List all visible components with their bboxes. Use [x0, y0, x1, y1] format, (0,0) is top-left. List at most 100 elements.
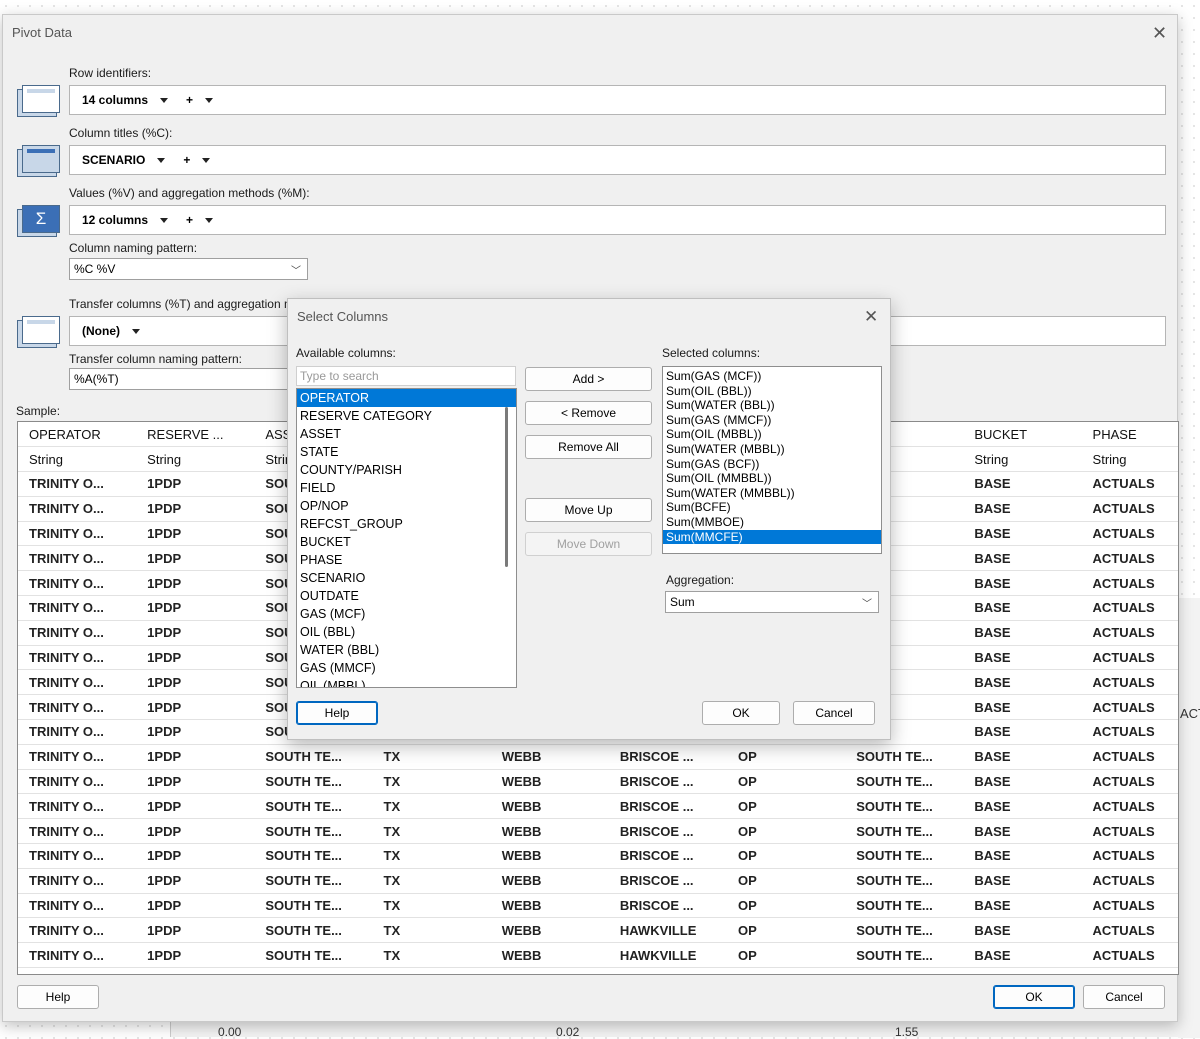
column-header[interactable]: OPERATOR — [18, 422, 137, 448]
list-item[interactable]: Sum(WATER (BBL)) — [663, 398, 881, 413]
table-cell: 1PDP — [136, 942, 255, 969]
chevron-down-icon[interactable] — [157, 157, 166, 163]
row-identifiers-icon — [17, 85, 61, 117]
list-item[interactable]: GAS (MCF) — [297, 605, 516, 623]
remove-button[interactable]: < Remove — [525, 401, 652, 425]
column-header[interactable]: BUCKET — [963, 422, 1082, 448]
values-chip[interactable]: 12 columns + — [82, 213, 214, 227]
table-cell: SOUTH TE... — [254, 893, 373, 919]
list-item[interactable]: Sum(GAS (BCF)) — [663, 457, 881, 472]
list-item[interactable]: OIL (MBBL) — [297, 677, 516, 687]
cancel-button[interactable]: Cancel — [1083, 985, 1165, 1009]
transfer-naming-combo[interactable]: %A(%T) — [69, 368, 308, 390]
list-item[interactable]: WATER (BBL) — [297, 641, 516, 659]
list-item[interactable]: Sum(MMBOE) — [663, 515, 881, 530]
list-item[interactable]: Sum(MMCFE) — [663, 529, 881, 545]
column-titles-chip[interactable]: SCENARIO + — [82, 153, 211, 167]
list-item[interactable]: REFCST_GROUP — [297, 515, 516, 533]
add-icon[interactable]: + — [186, 93, 193, 107]
list-item[interactable]: OP/NOP — [297, 497, 516, 515]
list-item[interactable]: GAS (MMCF) — [297, 659, 516, 677]
list-item[interactable]: Sum(OIL (MBBL)) — [663, 427, 881, 442]
row-identifiers-zone[interactable]: 14 columns + — [69, 85, 1166, 115]
column-titles-zone[interactable]: SCENARIO + — [69, 145, 1166, 175]
table-cell: TRINITY O... — [18, 471, 137, 497]
table-row[interactable]: TRINITY O... 1PDP SOUTH TE... TX WEBB BRISCOE… — [18, 893, 1178, 919]
list-item[interactable]: PHASE — [297, 551, 516, 569]
aggregation-select[interactable]: Sum ﹀ — [665, 591, 879, 613]
scrollbar[interactable] — [505, 407, 508, 567]
values-label: Values (%V) and aggregation methods (%M)… — [69, 186, 310, 200]
table-cell: SOUTH TE... — [845, 843, 964, 869]
table-cell: 1PDP — [136, 471, 255, 497]
available-columns-list[interactable]: OPERATOR RESERVE CATEGORY ASSET STATE COUNTY… — [296, 388, 517, 688]
ok-button[interactable]: OK — [993, 985, 1075, 1009]
list-item[interactable]: COUNTY/PARISH — [297, 461, 516, 479]
list-item[interactable]: OIL (BBL) — [297, 623, 516, 641]
table-cell: OP — [727, 942, 846, 969]
chevron-down-icon[interactable] — [132, 328, 140, 334]
list-item[interactable]: Sum(BCFE) — [663, 500, 881, 515]
help-button[interactable]: Help — [296, 701, 378, 725]
table-row[interactable]: TRINITY O... 1PDP SOUTH TE... TX WEBB BRISCOE… — [18, 769, 1178, 795]
dialog-title: Pivot Data — [12, 25, 72, 40]
close-icon[interactable]: ✕ — [864, 308, 878, 325]
table-row[interactable]: TRINITY O... 1PDP SOUTH TE... TX WEBB HAWKVIL… — [18, 942, 1178, 969]
column-header[interactable]: PHASE — [1081, 422, 1178, 448]
column-naming-combo[interactable]: %C %V ﹀ — [69, 258, 308, 280]
remove-all-button[interactable]: Remove All — [525, 435, 652, 459]
add-icon[interactable]: + — [183, 153, 190, 167]
table-cell: TRINITY O... — [18, 942, 137, 969]
list-item[interactable]: BUCKET — [297, 533, 516, 551]
column-naming-value: %C %V — [74, 262, 116, 276]
column-header[interactable]: RESERVE ... — [136, 422, 255, 448]
table-cell: 1PDP — [136, 917, 255, 944]
table-cell: ACTUALS — [1081, 942, 1178, 969]
table-row[interactable]: TRINITY O... 1PDP SOUTH TE... TX WEBB BRISCOE… — [18, 843, 1178, 869]
table-row[interactable]: TRINITY O... 1PDP SOUTH TE... TX WEBB BRISCOE… — [18, 744, 1178, 770]
row-identifiers-chip[interactable]: 14 columns + — [82, 93, 214, 107]
table-row[interactable]: TRINITY O... 1PDP SOUTH TE... TX WEBB BRISCOE… — [18, 793, 1178, 820]
list-item[interactable]: Sum(GAS (MCF)) — [663, 369, 881, 384]
table-row[interactable]: TRINITY O... 1PDP SOUTH TE... TX WEBB HAWKVIL… — [18, 917, 1178, 944]
chevron-down-icon[interactable] — [202, 157, 211, 163]
dialog-title: Select Columns — [297, 309, 389, 324]
list-item[interactable]: Sum(OIL (MMBBL)) — [663, 471, 881, 486]
list-item[interactable]: RESERVE CATEGORY — [297, 407, 516, 425]
list-item[interactable]: Sum(GAS (MMCF)) — [663, 413, 881, 428]
list-item[interactable]: Sum(OIL (BBL)) — [663, 384, 881, 399]
list-item[interactable]: ASSET — [297, 425, 516, 443]
chevron-down-icon[interactable] — [205, 217, 214, 223]
table-cell: TX — [372, 893, 491, 919]
cancel-button[interactable]: Cancel — [793, 701, 875, 725]
table-cell: ACTUALS — [1081, 669, 1178, 696]
table-cell: TX — [372, 942, 491, 969]
table-cell: BRISCOE ... — [608, 843, 728, 869]
list-item[interactable]: OUTDATE — [297, 587, 516, 605]
transfer-columns-chip[interactable]: (None) — [82, 324, 140, 338]
help-button[interactable]: Help — [17, 985, 99, 1009]
list-item[interactable]: FIELD — [297, 479, 516, 497]
transfer-naming-value: %A(%T) — [74, 372, 119, 386]
selected-columns-list[interactable]: Sum(GAS (MCF)) Sum(OIL (BBL)) Sum(WATER (B… — [662, 366, 882, 554]
list-item[interactable]: SCENARIO — [297, 569, 516, 587]
close-icon[interactable]: ✕ — [1152, 24, 1167, 42]
move-up-button[interactable]: Move Up — [525, 498, 652, 522]
select-columns-dialog: Select Columns ✕ Available columns: Type… — [287, 298, 891, 740]
chevron-down-icon[interactable] — [205, 97, 214, 103]
search-input[interactable]: Type to search — [296, 366, 516, 386]
chevron-down-icon[interactable] — [160, 217, 169, 223]
table-row[interactable]: TRINITY O... 1PDP SOUTH TE... TX WEBB BRISCOE… — [18, 868, 1178, 894]
list-item[interactable]: OPERATOR — [297, 389, 516, 407]
list-item[interactable]: STATE — [297, 443, 516, 461]
add-icon[interactable]: + — [186, 213, 193, 227]
aggregation-value: Sum — [670, 595, 695, 609]
list-item[interactable]: Sum(WATER (MBBL)) — [663, 442, 881, 457]
table-cell: WEBB — [490, 818, 609, 845]
ok-button[interactable]: OK — [702, 701, 780, 725]
table-row[interactable]: TRINITY O... 1PDP SOUTH TE... TX WEBB BRISCOE… — [18, 818, 1178, 845]
list-item[interactable]: Sum(WATER (MMBBL)) — [663, 486, 881, 501]
values-zone[interactable]: 12 columns + — [69, 205, 1166, 235]
chevron-down-icon[interactable] — [160, 97, 169, 103]
add-button[interactable]: Add > — [525, 367, 652, 391]
